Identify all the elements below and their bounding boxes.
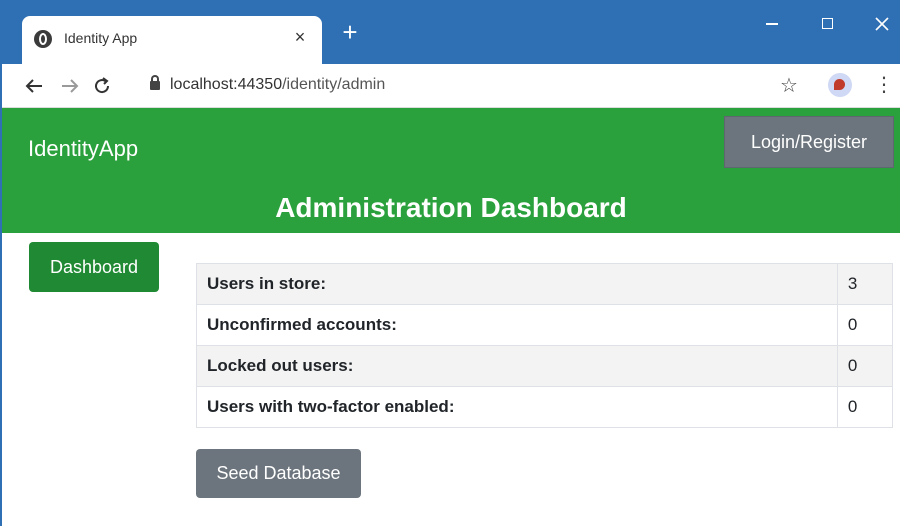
browser-window: Identity App × + localhost:44350/identit… [0,0,900,526]
url-path: /identity/admin [282,76,386,93]
reload-icon [95,77,110,94]
stat-value: 3 [836,263,894,305]
window-close-button[interactable] [870,12,894,36]
forward-arrow-icon [62,79,79,93]
back-arrow-icon [25,79,42,93]
table-row: Users with two-factor enabled: 0 [196,386,894,428]
maximize-icon [822,18,833,29]
reload-button[interactable] [90,74,114,98]
new-tab-button[interactable]: + [338,19,362,45]
sidebar-item-dashboard[interactable]: Dashboard [29,242,159,292]
table-row: Users in store: 3 [196,263,894,305]
stat-label: Unconfirmed accounts: [196,304,838,346]
minimize-button[interactable] [760,12,784,36]
page-title: Administration Dashboard [275,192,627,223]
seed-database-button[interactable]: Seed Database [196,449,361,498]
stats-table: Users in store: 3 Unconfirmed accounts: … [196,263,894,428]
tab-title: Identity App [64,30,138,46]
window-close-icon [875,17,889,31]
lock-icon [150,75,160,90]
address-bar[interactable]: localhost:44350/identity/admin [170,76,385,94]
stat-label: Users in store: [196,263,838,305]
maximize-button[interactable] [816,12,840,36]
kebab-menu-icon[interactable]: ⋮ [874,73,894,97]
stat-value: 0 [836,345,894,387]
globe-icon [34,30,52,48]
url-host: localhost:44350 [170,76,283,93]
stat-value: 0 [836,386,894,428]
star-icon[interactable]: ☆ [780,73,798,98]
browser-tab[interactable]: Identity App × [22,16,322,64]
brand-link[interactable]: IdentityApp [28,136,138,162]
login-register-button[interactable]: Login/Register [724,116,894,168]
title-bar: Identity App × + [2,0,900,64]
table-row: Locked out users: 0 [196,345,894,387]
table-row: Unconfirmed accounts: 0 [196,304,894,346]
minimize-icon [766,23,778,25]
forward-button[interactable] [58,74,82,98]
back-button[interactable] [22,74,46,98]
stat-label: Locked out users: [196,345,838,387]
stat-label: Users with two-factor enabled: [196,386,838,428]
tab-close-icon[interactable]: × [290,27,310,48]
address-toolbar: localhost:44350/identity/admin ☆ ⋮ [2,64,900,108]
stat-value: 0 [836,304,894,346]
profile-icon[interactable] [828,73,852,97]
